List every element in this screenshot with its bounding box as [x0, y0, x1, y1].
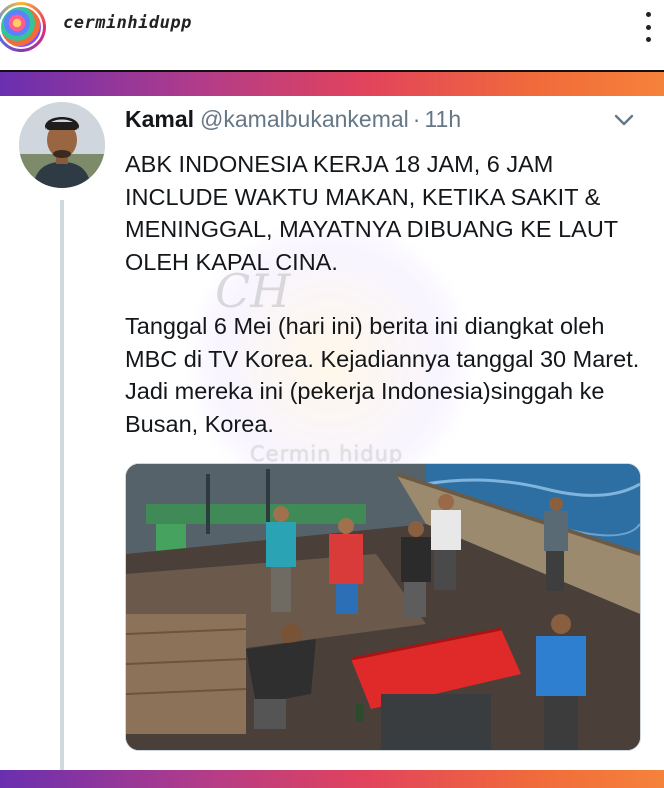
- thread-line: [60, 200, 64, 770]
- tweet-paragraph: Tanggal 6 Mei (hari ini) berita ini dian…: [125, 313, 640, 437]
- gradient-frame-bottom: [0, 770, 664, 788]
- chevron-down-icon[interactable]: [612, 110, 636, 130]
- tweet-time[interactable]: 11h: [424, 106, 461, 132]
- tweet-header: Kamal @kamalbukankemal · 11h: [125, 106, 461, 136]
- more-dot: [645, 37, 651, 42]
- author-name[interactable]: Kamal: [125, 106, 194, 132]
- more-dot: [645, 12, 651, 17]
- more-vertical-icon[interactable]: [644, 12, 652, 42]
- ship-deck-photo: [126, 464, 640, 750]
- tweet-photo[interactable]: [125, 463, 641, 751]
- tweet-text: ABK INDONESIA KERJA 18 JAM, 6 JAM INCLUD…: [125, 148, 645, 440]
- instagram-username[interactable]: cerminhidupp: [63, 13, 192, 33]
- gradient-frame-top: [0, 70, 664, 96]
- instagram-post-header: cerminhidupp: [0, 0, 664, 66]
- tweet-author-avatar[interactable]: [19, 102, 105, 188]
- person-avatar-image: [19, 102, 105, 188]
- tweet-card: Kamal @kamalbukankemal · 11h CH ABK INDONES…: [0, 96, 664, 770]
- author-handle[interactable]: @kamalbukankemal: [200, 106, 409, 132]
- profile-avatar[interactable]: [0, 2, 46, 52]
- more-dot: [645, 24, 651, 30]
- separator-dot: ·: [412, 106, 421, 132]
- avatar-image: [0, 5, 43, 49]
- tweet-paragraph: ABK INDONESIA KERJA 18 JAM, 6 JAM INCLUD…: [125, 151, 618, 275]
